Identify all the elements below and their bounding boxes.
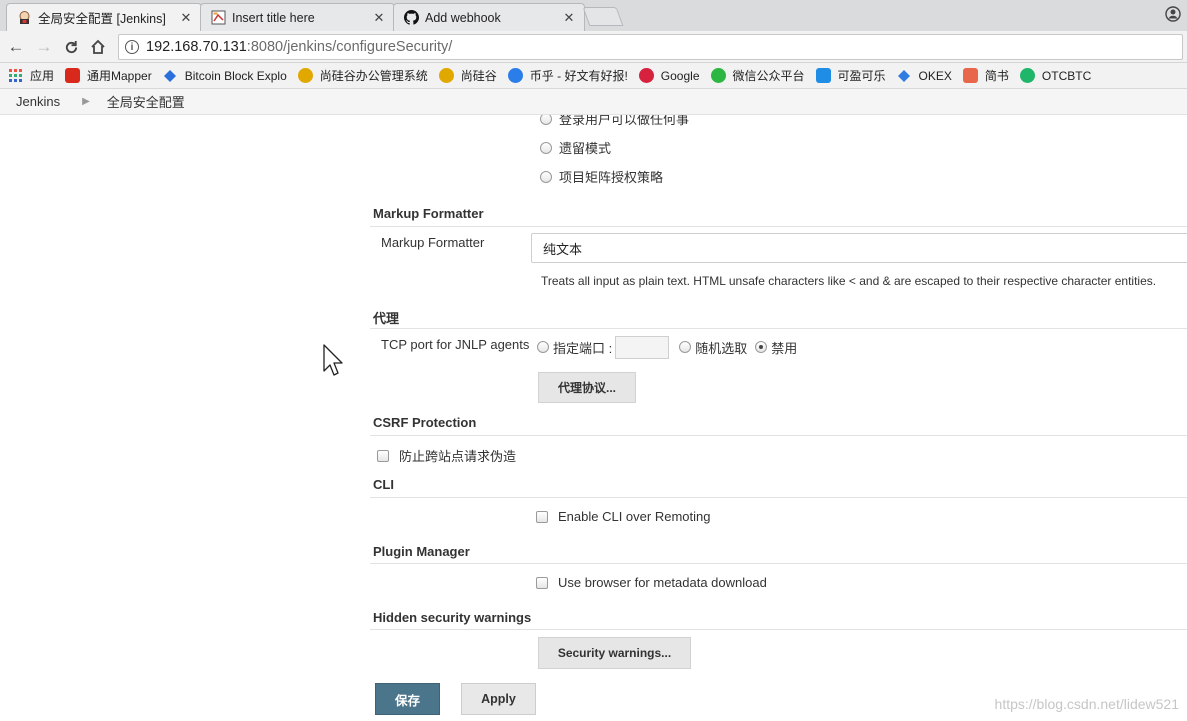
apps-grid-icon xyxy=(8,68,23,83)
github-icon xyxy=(404,10,419,25)
bookmark-item[interactable]: 尚硅谷 xyxy=(438,67,497,84)
bookmark-item[interactable]: Google xyxy=(638,68,700,83)
chevron-right-icon: ▶ xyxy=(82,96,90,107)
bookmark-item[interactable]: Bitcoin Block Explo xyxy=(163,68,287,83)
markup-formatter-select[interactable]: 纯文本 xyxy=(531,233,1187,263)
radio-fixed-port[interactable] xyxy=(537,341,549,353)
bookmark-item[interactable]: OKEX xyxy=(897,68,952,83)
url-host: 192.168.70.131 xyxy=(146,39,247,55)
atguigu-icon xyxy=(297,68,313,83)
bookmark-item[interactable]: 可盈可乐 xyxy=(815,67,886,84)
section-divider xyxy=(370,435,1187,436)
radio-project-matrix[interactable] xyxy=(540,170,552,183)
section-divider xyxy=(370,497,1187,498)
plugin-manager-option[interactable]: Use browser for metadata download xyxy=(536,575,767,590)
keying-icon xyxy=(815,68,831,83)
info-icon[interactable]: i xyxy=(125,40,139,54)
csrf-checkbox[interactable] xyxy=(377,449,389,462)
url-path: :8080/jenkins/configureSecurity/ xyxy=(246,39,453,55)
section-plugin-manager: Plugin Manager xyxy=(373,544,470,559)
bihu-icon xyxy=(507,68,523,83)
close-icon[interactable]: ✕ xyxy=(562,10,576,26)
auth-option-matrix[interactable]: 项目矩阵授权策略 xyxy=(540,167,663,186)
wechat-icon xyxy=(710,68,726,83)
jnlp-port-options: 指定端口 : 随机选取 禁用 xyxy=(537,335,797,359)
section-divider xyxy=(370,226,1187,227)
csrf-option[interactable]: 防止跨站点请求伪造 xyxy=(377,446,516,465)
home-icon[interactable] xyxy=(88,37,108,57)
save-button[interactable]: 保存 xyxy=(375,683,440,715)
atguigu-icon xyxy=(438,68,454,83)
jianshu-icon xyxy=(962,68,978,83)
browser-toolbar: ← → i 192.168.70.131:8080/jenkins/config… xyxy=(0,31,1187,63)
close-icon[interactable]: ✕ xyxy=(372,10,386,26)
reload-icon[interactable] xyxy=(61,37,81,57)
bookmark-item[interactable]: 尚硅谷办公管理系统 xyxy=(297,67,428,84)
bookmarks-bar: 应用 通用Mapper Bitcoin Block Explo 尚硅谷办公管理系统 尚硅… xyxy=(0,63,1187,89)
bookmark-item[interactable]: 应用 xyxy=(8,67,54,84)
bookmark-item[interactable]: 币乎 - 好文有好报! xyxy=(507,67,628,84)
fixed-port-input[interactable] xyxy=(615,335,670,359)
back-icon[interactable]: ← xyxy=(6,37,26,57)
section-hidden-warnings: Hidden security warnings xyxy=(373,610,532,625)
bookmark-item[interactable]: 简书 xyxy=(962,67,1009,84)
radio-logged-in[interactable] xyxy=(540,115,552,125)
breadcrumb: Jenkins ▶ 全局安全配置 xyxy=(0,89,1187,115)
radio-random-port[interactable] xyxy=(679,341,692,353)
okex-icon xyxy=(897,68,912,83)
apply-button[interactable]: Apply xyxy=(461,683,536,715)
pinterest-icon xyxy=(638,68,654,83)
otcbtc-icon xyxy=(1019,68,1035,83)
bookmark-item[interactable]: OTCBTC xyxy=(1019,68,1091,83)
forward-icon[interactable]: → xyxy=(34,37,54,57)
section-proxy: 代理 xyxy=(373,311,400,326)
radio-legacy[interactable] xyxy=(540,141,552,154)
gitee-icon xyxy=(65,68,81,83)
eclipse-icon xyxy=(211,10,226,25)
profile-icon[interactable] xyxy=(1165,6,1181,22)
section-divider xyxy=(370,328,1187,329)
bookmark-item[interactable]: 微信公众平台 xyxy=(710,67,805,84)
breadcrumb-jenkins[interactable]: Jenkins xyxy=(16,94,60,109)
section-cli: CLI xyxy=(373,477,394,492)
close-icon[interactable]: ✕ xyxy=(179,10,193,26)
tab-label: 全局安全配置 [Jenkins] xyxy=(38,12,166,26)
bookmark-item[interactable]: 通用Mapper xyxy=(65,67,152,84)
tab-add-webhook[interactable]: Add webhook ✕ xyxy=(393,3,585,31)
radio-disable-port[interactable] xyxy=(755,341,768,353)
jnlp-port-label: TCP port for JNLP agents xyxy=(381,337,530,352)
auth-option-legacy[interactable]: 遗留模式 xyxy=(540,138,611,157)
new-tab-button[interactable] xyxy=(582,7,624,26)
cli-remoting-checkbox[interactable] xyxy=(536,510,548,523)
configure-security-form: 登录用户可以做任何事 遗留模式 项目矩阵授权策略 Markup Formatte… xyxy=(0,115,1187,721)
section-markup-formatter: Markup Formatter xyxy=(373,206,484,221)
section-divider xyxy=(370,629,1187,630)
section-csrf: CSRF Protection xyxy=(373,415,477,430)
tab-jenkins[interactable]: 全局安全配置 [Jenkins] ✕ xyxy=(6,3,202,31)
watermark: https://blog.csdn.net/lidew521 xyxy=(994,696,1179,712)
section-divider xyxy=(370,563,1187,564)
markup-formatter-label: Markup Formatter xyxy=(381,235,485,250)
tab-insert-title[interactable]: Insert title here ✕ xyxy=(200,3,395,31)
blockchain-icon xyxy=(163,68,178,83)
markup-formatter-help: Treats all input as plain text. HTML uns… xyxy=(541,274,1157,288)
address-bar[interactable]: i 192.168.70.131:8080/jenkins/configureS… xyxy=(118,34,1183,60)
auth-option-logged-in[interactable]: 登录用户可以做任何事 xyxy=(540,115,689,128)
tab-label: Add webhook xyxy=(425,10,501,25)
cli-option[interactable]: Enable CLI over Remoting xyxy=(536,509,710,524)
breadcrumb-current[interactable]: 全局安全配置 xyxy=(107,92,185,111)
agent-protocols-button[interactable]: 代理协议... xyxy=(538,372,636,403)
tab-label: Insert title here xyxy=(232,10,315,25)
mouse-cursor-icon xyxy=(323,344,343,376)
browser-metadata-checkbox[interactable] xyxy=(536,576,548,589)
jenkins-icon xyxy=(17,10,32,25)
security-warnings-button[interactable]: Security warnings... xyxy=(538,637,691,669)
tab-strip: 全局安全配置 [Jenkins] ✕ Insert title here ✕ A… xyxy=(0,0,1187,31)
